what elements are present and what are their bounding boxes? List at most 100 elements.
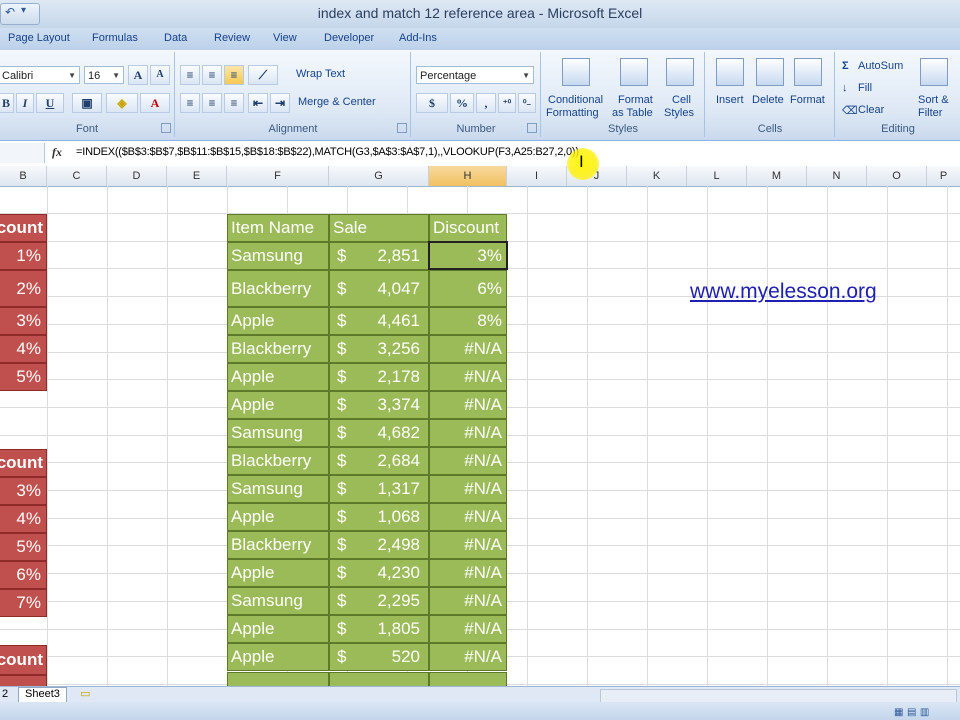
item-name-cell[interactable]: Apple (227, 559, 329, 587)
left-table-2-cell[interactable]: 5% (0, 533, 47, 561)
column-header-h[interactable]: H (429, 166, 507, 186)
format-as-table-label-2[interactable]: as Table (612, 107, 653, 119)
item-name-cell[interactable]: Apple (227, 615, 329, 643)
column-header-b[interactable]: B (0, 166, 47, 186)
increase-indent-button[interactable]: ⇥ (270, 93, 290, 113)
sale-cell[interactable]: $1,068 (329, 503, 429, 531)
tab-add-ins[interactable]: Add-Ins (399, 32, 437, 44)
item-name-cell[interactable]: Apple (227, 503, 329, 531)
left-table-2-cell[interactable]: 4% (0, 505, 47, 533)
sale-cell[interactable]: $2,684 (329, 447, 429, 475)
sale-cell[interactable]: $4,047 (329, 270, 429, 307)
item-name-cell[interactable]: Blackberry (227, 270, 329, 307)
tab-review[interactable]: Review (214, 32, 250, 44)
sale-cell[interactable]: $2,851 (329, 242, 429, 270)
align-top-button[interactable]: ≡ (180, 65, 200, 85)
column-header-n[interactable]: N (807, 166, 867, 186)
font-color-button[interactable]: A (140, 93, 170, 113)
autosum-button[interactable]: AutoSum (858, 60, 903, 72)
align-bottom-button[interactable]: ≡ (224, 65, 244, 85)
insert-icon[interactable] (716, 58, 744, 86)
column-header-c[interactable]: C (47, 166, 107, 186)
sale-cell[interactable]: $4,682 (329, 419, 429, 447)
header-sale[interactable]: Sale (329, 214, 429, 242)
item-name-cell[interactable]: Apple (227, 307, 329, 335)
sale-cell[interactable]: $2,498 (329, 531, 429, 559)
column-header-o[interactable]: O (867, 166, 927, 186)
cell-styles-icon[interactable] (666, 58, 694, 86)
sort-filter-icon[interactable] (920, 58, 948, 86)
decrease-indent-button[interactable]: ⇤ (248, 93, 268, 113)
column-header-f[interactable]: F (227, 166, 329, 186)
number-format-combo[interactable]: Percentage ▼ (416, 66, 534, 84)
comma-button[interactable]: , (476, 93, 496, 113)
underline-button[interactable]: U (36, 93, 64, 113)
column-header-i[interactable]: I (507, 166, 567, 186)
discount-cell[interactable]: #N/A (429, 391, 507, 419)
item-name-cell[interactable]: Samsung (227, 475, 329, 503)
fx-icon[interactable]: fx (52, 145, 62, 160)
dialog-launcher-icon[interactable] (161, 123, 171, 133)
wrap-text-button[interactable]: Wrap Text (296, 68, 345, 80)
sale-cell[interactable]: $1,805 (329, 615, 429, 643)
left-table-1-cell[interactable]: 3% (0, 307, 47, 335)
insert-button[interactable]: Insert (716, 94, 744, 106)
discount-cell[interactable]: #N/A (429, 419, 507, 447)
discount-cell[interactable]: #N/A (429, 335, 507, 363)
column-header-d[interactable]: D (107, 166, 167, 186)
worksheet-grid[interactable]: count 1% 2% 3% 4% 5% count 3% 4% 5% 6% 7% count … (0, 186, 960, 686)
left-table-2-cell[interactable]: 3% (0, 477, 47, 505)
italic-button[interactable]: I (16, 93, 34, 113)
header-item-name[interactable]: Item Name (227, 214, 329, 242)
left-table-3-partial-cell[interactable] (0, 675, 47, 686)
column-header-k[interactable]: K (627, 166, 687, 186)
tab-formulas[interactable]: Formulas (92, 32, 138, 44)
column-header-p[interactable]: P (927, 166, 960, 186)
column-header-g[interactable]: G (329, 166, 429, 186)
partial-row-sale[interactable] (329, 672, 429, 686)
header-discount[interactable]: Discount (429, 214, 507, 242)
left-table-1-cell[interactable]: 2% (0, 270, 47, 307)
sale-cell[interactable]: $3,374 (329, 391, 429, 419)
website-link[interactable]: www.myelesson.org (690, 280, 877, 304)
conditional-formatting-icon[interactable] (562, 58, 590, 86)
name-box[interactable] (0, 143, 45, 163)
left-table-2-cell[interactable]: 7% (0, 589, 47, 617)
tab-page-layout[interactable]: Page Layout (8, 32, 70, 44)
left-table-1-cell[interactable]: 5% (0, 363, 47, 391)
left-table-2-header[interactable]: count (0, 449, 47, 477)
decrease-decimal-button[interactable]: ⁰₋ (518, 93, 536, 113)
increase-decimal-button[interactable]: ⁺⁰ (498, 93, 516, 113)
horizontal-scrollbar[interactable] (600, 689, 957, 703)
insert-sheet-icon[interactable]: ▭ (80, 687, 90, 700)
orientation-button[interactable]: ⟋ (248, 65, 278, 85)
sale-cell[interactable]: $4,461 (329, 307, 429, 335)
item-name-cell[interactable]: Apple (227, 363, 329, 391)
page-break-view-icon[interactable]: ▥ (920, 707, 929, 718)
clear-button[interactable]: Clear (858, 104, 884, 116)
align-left-button[interactable]: ≡ (180, 93, 200, 113)
format-button[interactable]: Format (790, 94, 825, 106)
left-table-2-cell[interactable]: 6% (0, 561, 47, 589)
font-name-combo[interactable]: Calibri ▼ (0, 66, 80, 84)
fill-button[interactable]: Fill (858, 82, 872, 94)
item-name-cell[interactable]: Apple (227, 643, 329, 671)
left-table-1-cell[interactable]: 1% (0, 242, 47, 270)
discount-cell[interactable]: #N/A (429, 447, 507, 475)
view-buttons[interactable]: ▦ ▤ ▥ (894, 705, 954, 718)
item-name-cell[interactable]: Blackberry (227, 447, 329, 475)
sort-filter-label-1[interactable]: Sort & (918, 94, 949, 106)
cell-styles-label-1[interactable]: Cell (672, 94, 691, 106)
conditional-formatting-label-2[interactable]: Formatting (546, 107, 599, 119)
conditional-formatting-label-1[interactable]: Conditional (548, 94, 603, 106)
partial-row-name[interactable] (227, 672, 329, 686)
column-header-e[interactable]: E (167, 166, 227, 186)
shrink-font-button[interactable]: A (150, 65, 170, 85)
item-name-cell[interactable]: Samsung (227, 242, 329, 270)
discount-cell[interactable]: #N/A (429, 531, 507, 559)
align-right-button[interactable]: ≡ (224, 93, 244, 113)
font-size-combo[interactable]: 16 ▼ (84, 66, 124, 84)
column-header-l[interactable]: L (687, 166, 747, 186)
page-layout-view-icon[interactable]: ▤ (907, 707, 916, 718)
grow-font-button[interactable]: A (128, 65, 148, 85)
